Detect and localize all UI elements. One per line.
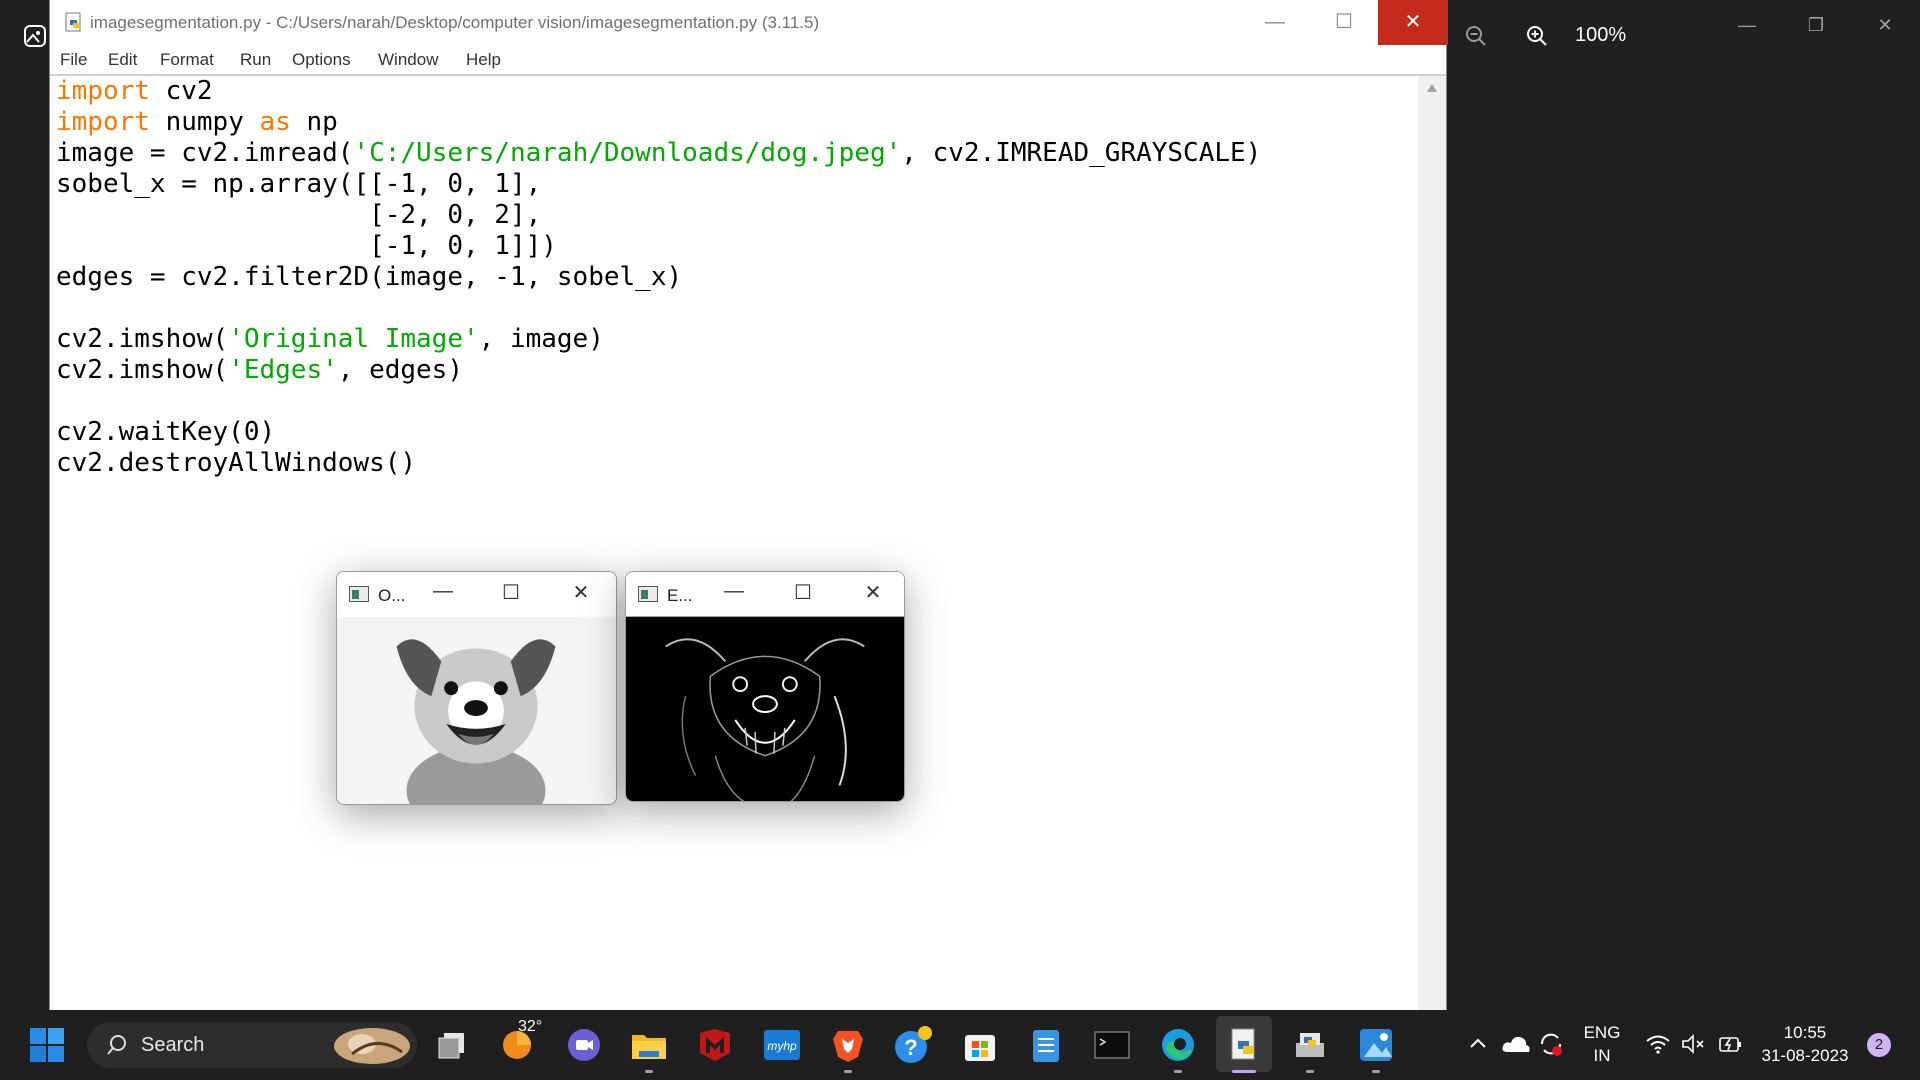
clock-time[interactable]: 10:55	[1752, 1023, 1858, 1043]
onedrive-cloud-icon[interactable]	[1501, 1032, 1531, 1056]
code-line[interactable]: edges = cv2.filter2D(image, -1, sobel_x)	[56, 262, 1416, 293]
window-app-icon	[638, 586, 658, 602]
menu-window[interactable]: Window	[378, 50, 438, 70]
edges-titlebar[interactable]: E... — ☐ ✕	[626, 572, 904, 616]
chat-app-icon[interactable]	[564, 1025, 604, 1065]
notification-badge[interactable]: 2	[1867, 1033, 1891, 1057]
photos-minimize-button[interactable]: —	[1727, 10, 1767, 40]
search-icon	[107, 1035, 126, 1055]
photos-running-indicator	[1372, 1070, 1380, 1073]
code-line[interactable]: import cv2	[56, 76, 1416, 107]
svg-text:?: ?	[904, 1035, 917, 1060]
input-region[interactable]: IN	[1580, 1046, 1624, 1066]
battery-charging-icon[interactable]	[1716, 1032, 1744, 1056]
photo-app-icon[interactable]	[23, 24, 47, 48]
code-editor[interactable]: import cv2 import numpy as np image = cv2.…	[56, 76, 1416, 479]
python-launcher-icon[interactable]	[1290, 1025, 1330, 1065]
minimize-button[interactable]: —	[1240, 0, 1310, 45]
edges-minimize-button[interactable]: —	[720, 580, 748, 603]
brave-running-indicator	[844, 1070, 852, 1073]
edges-maximize-button[interactable]: ☐	[789, 580, 817, 605]
python-launcher-running-indicator	[1306, 1070, 1314, 1073]
menu-edit[interactable]: Edit	[108, 50, 137, 70]
code-line[interactable]: cv2.imshow('Edges', edges)	[56, 355, 1416, 386]
code-line[interactable]: cv2.waitKey(0)	[56, 417, 1416, 448]
input-language[interactable]: ENG	[1580, 1023, 1624, 1043]
code-line[interactable]: [-1, 0, 1]])	[56, 231, 1416, 262]
vertical-scrollbar[interactable]	[1418, 76, 1446, 1010]
code-line[interactable]	[56, 293, 1416, 324]
brave-browser-icon[interactable]	[828, 1025, 868, 1065]
edges-dog-image	[626, 616, 904, 801]
photos-left-strip	[0, 0, 49, 1010]
help-icon[interactable]: ?	[893, 1025, 933, 1065]
code-line[interactable]: cv2.destroyAllWindows()	[56, 448, 1416, 479]
python-file-icon	[65, 12, 81, 32]
notification-count: 2	[1874, 1036, 1884, 1053]
menu-bar: File Edit Format Run Options Window Help	[50, 45, 1446, 75]
mcafee-icon[interactable]	[695, 1025, 735, 1065]
original-image-window[interactable]: O... — ☐ ✕	[336, 571, 617, 805]
file-explorer-icon[interactable]	[629, 1025, 669, 1065]
task-view-icon[interactable]	[432, 1025, 472, 1065]
sync-icon[interactable]	[1536, 1030, 1566, 1058]
zoom-level[interactable]: 100%	[1575, 24, 1626, 47]
edges-title: E...	[667, 586, 693, 605]
idle-active-indicator	[1232, 1070, 1256, 1073]
menu-format[interactable]: Format	[160, 50, 214, 70]
show-hidden-icons-chevron-icon[interactable]	[1468, 1034, 1488, 1054]
zoom-out-icon[interactable]	[1464, 24, 1488, 48]
edge-running-indicator	[1174, 1070, 1182, 1073]
menu-options[interactable]: Options	[292, 50, 351, 70]
code-line[interactable]: cv2.imshow('Original Image', image)	[56, 324, 1416, 355]
original-close-button[interactable]: ✕	[567, 580, 595, 605]
idle-editor-window: imagesegmentation.py - C:/Users/narah/De…	[49, 0, 1448, 1010]
search-highlight-image	[334, 1028, 410, 1064]
file-explorer-running-indicator	[645, 1070, 653, 1073]
menu-help[interactable]: Help	[466, 50, 501, 70]
code-line[interactable]: import numpy as np	[56, 107, 1416, 138]
close-button[interactable]: ✕	[1378, 0, 1448, 45]
python-idle-icon[interactable]	[1224, 1025, 1264, 1065]
photos-restore-button[interactable]: ❐	[1796, 10, 1836, 40]
search-label: Search	[141, 1034, 205, 1056]
original-maximize-button[interactable]: ☐	[497, 580, 525, 605]
edges-window[interactable]: E... — ☐ ✕	[625, 571, 905, 802]
original-image-titlebar[interactable]: O... — ☐ ✕	[337, 572, 616, 616]
photos-viewer-area	[1447, 0, 1920, 1010]
svg-text:myhp: myhp	[767, 1039, 797, 1053]
code-line[interactable]: image = cv2.imread('C:/Users/narah/Downl…	[56, 138, 1416, 169]
taskbar-search[interactable]: Search	[87, 1022, 417, 1068]
idle-titlebar[interactable]: imagesegmentation.py - C:/Users/narah/De…	[50, 0, 1448, 45]
wifi-icon[interactable]	[1645, 1032, 1671, 1056]
original-image-title: O...	[378, 586, 406, 605]
terminal-icon[interactable]	[1092, 1025, 1132, 1065]
notepad-icon[interactable]	[1026, 1025, 1066, 1065]
window-title: imagesegmentation.py - C:/Users/narah/De…	[90, 13, 820, 32]
microsoft-store-icon[interactable]	[960, 1025, 1000, 1065]
code-line[interactable]: [-2, 0, 2],	[56, 200, 1416, 231]
volume-muted-icon[interactable]	[1680, 1032, 1706, 1056]
edge-browser-icon[interactable]	[1158, 1025, 1198, 1065]
scroll-up-arrow-icon[interactable]	[1427, 84, 1437, 92]
myhp-icon[interactable]: myhp	[762, 1025, 802, 1065]
zoom-in-icon[interactable]	[1525, 24, 1549, 48]
photos-app-icon[interactable]	[1356, 1025, 1396, 1065]
original-minimize-button[interactable]: —	[429, 580, 457, 603]
code-line[interactable]: sobel_x = np.array([[-1, 0, 1],	[56, 169, 1416, 200]
weather-widget[interactable]: 32°	[498, 1018, 558, 1068]
maximize-button[interactable]: ☐	[1309, 0, 1379, 45]
photos-close-button[interactable]: ✕	[1865, 10, 1905, 40]
menu-run[interactable]: Run	[240, 50, 271, 70]
clock-date[interactable]: 31-08-2023	[1752, 1046, 1858, 1066]
edges-close-button[interactable]: ✕	[859, 580, 887, 605]
menu-file[interactable]: File	[60, 50, 87, 70]
code-line[interactable]	[56, 386, 1416, 417]
window-app-icon	[349, 586, 369, 602]
start-windows-icon[interactable]	[27, 1025, 67, 1065]
original-dog-image	[337, 616, 616, 804]
weather-temperature: 32°	[518, 1018, 543, 1035]
